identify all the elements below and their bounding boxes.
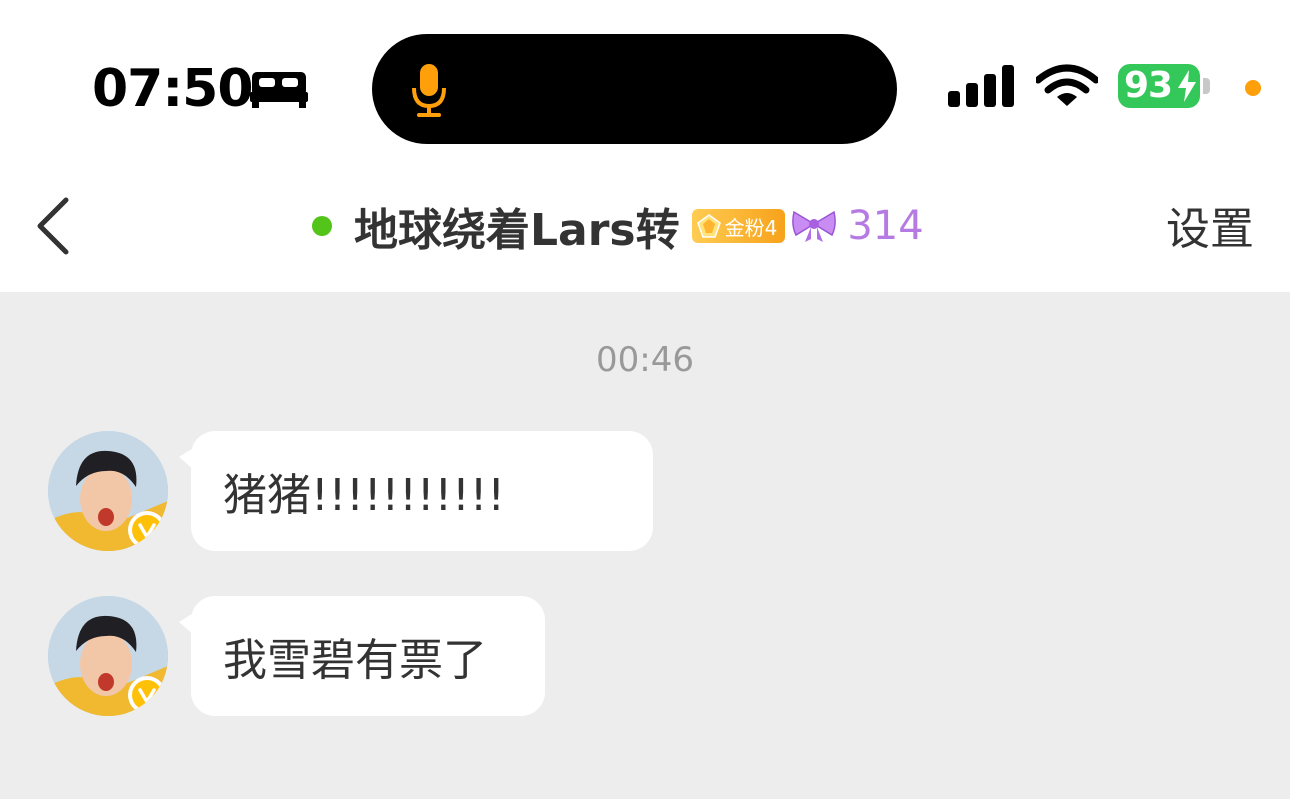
verified-badge [128,511,166,549]
dynamic-island [372,34,897,144]
online-status-dot [312,216,332,236]
message-text: 我雪碧有票了 [223,635,487,686]
privacy-indicator-dot [1245,80,1261,96]
bubble-tail [179,447,195,471]
avatar[interactable] [48,431,168,551]
status-time: 07:50 [92,59,254,119]
back-button[interactable] [28,194,84,258]
message-text: 猪猪!!!!!!!!!!! [223,470,506,521]
chat-header: 地球绕着Lars转 金粉4 314 [312,194,924,258]
battery-level: 93 [1124,65,1173,106]
cellular-signal-icon [948,65,1014,107]
gem-icon [696,214,721,238]
verified-badge [128,676,166,714]
bow-count: 314 [847,203,924,249]
bed-icon [250,72,308,108]
bubble-tail [179,612,195,636]
microphone-icon [412,64,446,117]
battery-cap [1203,78,1210,94]
verified-icon [132,680,162,710]
avatar[interactable] [48,596,168,716]
fan-badge-label: 金粉4 [724,215,778,240]
verified-icon [132,515,162,545]
battery-indicator: 93 [1118,64,1200,108]
chat-title: 地球绕着Lars转 [354,205,680,256]
charging-bolt-icon [1178,70,1196,102]
nav-bar: 地球绕着Lars转 金粉4 314 设置 [0,160,1290,292]
fan-level-badge: 金粉4 [691,209,786,243]
message-bubble[interactable]: 猪猪!!!!!!!!!!! [179,431,653,551]
wifi-icon [1036,64,1098,106]
message-bubble[interactable]: 我雪碧有票了 [179,596,545,716]
bow-icon [792,210,837,242]
status-bar: 07:50 93 [0,0,1290,160]
chat-timestamp: 00:46 [596,340,694,380]
settings-button[interactable]: 设置 [1166,200,1254,260]
